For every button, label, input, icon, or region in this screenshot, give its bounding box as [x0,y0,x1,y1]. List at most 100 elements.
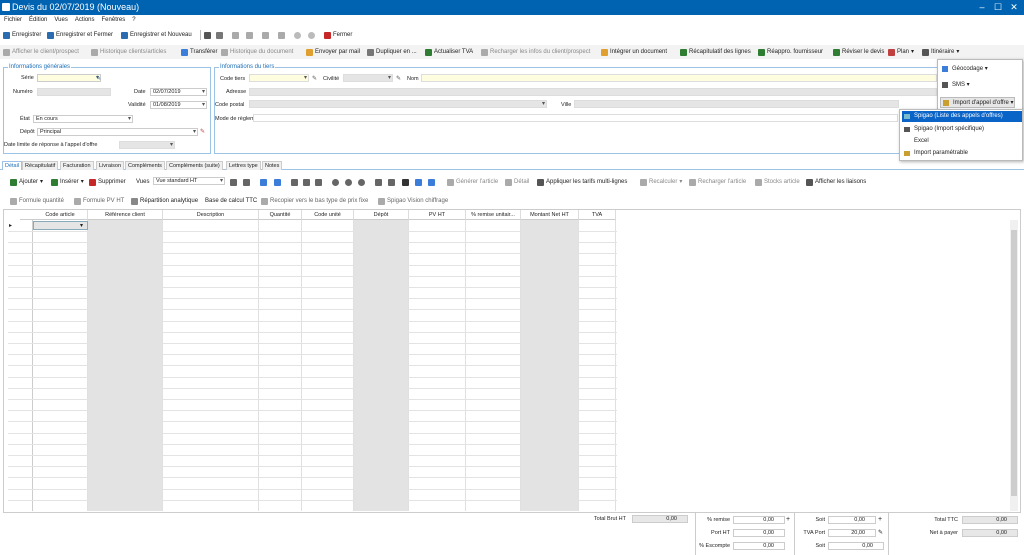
col-description[interactable]: Description [163,210,259,220]
edit-civilite-icon[interactable]: ✎ [396,75,401,82]
copy-icon[interactable] [262,30,269,40]
serie-select[interactable] [37,74,101,82]
col-code-unite[interactable]: Code unité [302,210,354,220]
show-links-button[interactable]: Afficher les liaisons [806,177,866,187]
next-icon[interactable] [308,30,315,40]
zoom-out-icon[interactable] [358,177,365,187]
move-down-icon[interactable] [274,177,281,187]
cut-icon[interactable] [291,177,298,187]
supplier-restock-button[interactable]: Réappro. fournisseur [758,47,823,57]
port-field[interactable]: 0,00 [733,529,785,537]
minimize-button[interactable]: – [975,2,989,12]
insert-line-button[interactable]: Insérer ▾ [51,177,84,187]
menu-fichier[interactable]: Fichier [0,15,25,23]
base-ttc-button[interactable]: Base de calcul TTC [205,196,257,206]
sms-item[interactable]: SMS ▾ [940,80,970,91]
depot-select[interactable]: Principal [37,128,198,136]
date-field[interactable]: 02/07/2019 [150,88,207,96]
copy-down-button[interactable]: Recopier vers le bas type de prix fixe [261,196,368,206]
limit-date-field[interactable] [119,141,175,149]
excel-item[interactable]: Excel [902,136,929,147]
col-tva[interactable]: TVA [579,210,616,220]
add-line-button[interactable]: Ajouter ▾ [10,177,43,187]
show-client-button[interactable]: Afficher le client/prospect [3,47,79,57]
validite-field[interactable]: 01/08/2019 [150,101,207,109]
edit-icon[interactable]: ✎ [96,75,101,82]
tab-complements-suite[interactable]: Compléments (suite) [166,161,223,170]
maximize-button[interactable]: ☐ [991,2,1005,13]
analytic-split-button[interactable]: Répartition analytique [131,196,198,206]
col-code-article[interactable]: Code article [33,210,88,220]
detail-button[interactable]: Détail [505,177,529,187]
view-save-icon[interactable] [243,177,250,187]
formula-quantity-button[interactable]: Formule quantité [10,196,64,206]
transfer-button[interactable]: Transférer [181,47,217,57]
close-window-button[interactable]: ✕ [1007,2,1021,13]
copy-line-icon[interactable] [303,177,310,187]
menu-actions[interactable]: Actions [71,15,98,23]
stocks-button[interactable]: Stocks article [755,177,800,187]
save-new-button[interactable]: Enregistrer et Nouveau [121,30,192,40]
tab-lettres-type[interactable]: Lettres type [226,161,261,170]
view-settings-icon[interactable] [230,177,237,187]
history-clients-button[interactable]: Historique clients/articles [91,47,166,57]
geocodage-item[interactable]: Géocodage ▾ [940,64,988,75]
tva-port-field[interactable]: 20,00 [828,529,876,537]
spigao-list-item[interactable]: Spigao (Liste des appels d'offres) [902,111,1022,122]
return-alt-icon[interactable] [428,177,435,187]
redo-icon[interactable] [246,30,253,40]
previous-icon[interactable] [294,30,301,40]
update-vat-button[interactable]: Actualiser TVA [425,47,473,57]
plan-button[interactable]: Plan ▾ [888,47,914,57]
import-parametrable-item[interactable]: Import paramétrable [902,148,968,159]
reglement-field[interactable] [253,114,898,122]
ville-field[interactable] [574,100,899,108]
remise-field[interactable]: 0,00 [733,516,785,524]
tab-recapitulatif[interactable]: Récapitulatif [22,161,59,170]
delete-icon[interactable] [278,30,285,40]
col-reference-client[interactable]: Référence client [88,210,163,220]
expand-icon[interactable] [375,177,382,187]
spigao-vision-button[interactable]: Spigao Vision chiffrage [378,196,448,206]
formula-pv-button[interactable]: Formule PV HT [74,196,124,206]
menu-fenetres[interactable]: Fenêtres [98,15,129,23]
view-select[interactable]: Vue standard HT [153,177,225,185]
col-quantite[interactable]: Quantité [259,210,302,220]
send-mail-button[interactable]: Envoyer par mail [306,47,360,57]
zoom-in-icon[interactable] [345,177,352,187]
return-icon[interactable] [415,177,422,187]
etat-select[interactable]: En cours [33,115,133,123]
save-button[interactable]: Enregistrer [3,30,41,40]
code-postal-field[interactable] [249,100,547,108]
menu-vues[interactable]: Vues [50,15,70,23]
edit-tva-port-icon[interactable]: ✎ [878,529,883,536]
col-remise[interactable]: % remise unitair... [466,210,521,220]
integrate-document-button[interactable]: Intégrer un document [601,47,667,57]
col-montant-net[interactable]: Montant Net HT [521,210,579,220]
escompte-field[interactable]: 0,00 [733,542,785,550]
reload-article-button[interactable]: Recharger l'article [689,177,746,187]
paste-icon[interactable] [315,177,322,187]
civilite-select[interactable] [343,74,393,82]
tab-facturation[interactable]: Facturation [60,161,94,170]
tab-complements[interactable]: Compléments [125,161,165,170]
tab-notes[interactable]: Notes [262,161,283,170]
scroll-thumb[interactable] [1011,230,1017,496]
lines-summary-button[interactable]: Récapitulatif des lignes [680,47,751,57]
edit-depot-icon[interactable]: ✎ [200,128,205,135]
collapse-icon[interactable] [388,177,395,187]
recalculate-button[interactable]: Recalculer ▾ [640,177,682,187]
apply-tariffs-button[interactable]: Appliquer les tarifs multi-lignes [537,177,627,187]
undo-icon[interactable] [232,30,239,40]
code-tiers-field[interactable] [249,74,309,82]
nom-field[interactable] [421,74,937,82]
add-remise-icon[interactable]: + [786,516,790,523]
col-pv-ht[interactable]: PV HT [409,210,466,220]
save-close-button[interactable]: Enregistrer et Fermer [47,30,113,40]
move-up-icon[interactable] [260,177,267,187]
delete-line-button[interactable]: Supprimer [89,177,126,187]
edit-tiers-icon[interactable]: ✎ [312,75,317,82]
menu-help[interactable]: ? [128,15,138,23]
tab-livraison[interactable]: Livraison [96,161,125,170]
add-soit-icon[interactable]: + [878,516,882,523]
